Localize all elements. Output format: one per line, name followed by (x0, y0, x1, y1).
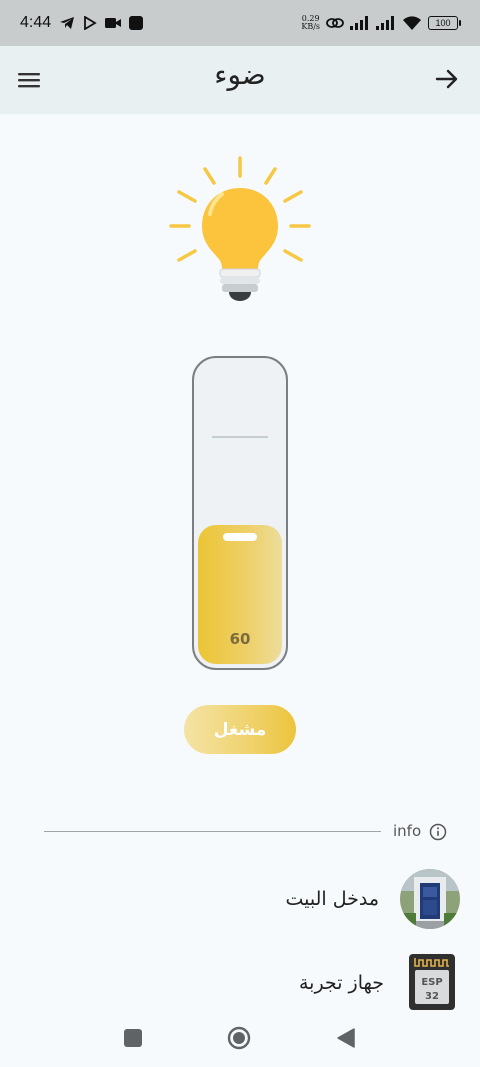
network-speed: 0.29 KB/s (301, 15, 320, 31)
info-label: info (393, 822, 422, 840)
light-bulb-icon (169, 156, 311, 301)
esp32-chip-icon: ESP 32 (409, 954, 455, 1010)
info-circle-icon[interactable] (429, 823, 447, 841)
network-speed-unit: KB/s (301, 22, 320, 31)
page-title: ضوء (214, 58, 266, 91)
chip-label-top: ESP (421, 977, 442, 988)
brightness-slider[interactable]: 60 (192, 356, 288, 670)
system-back-button[interactable] (336, 1027, 356, 1049)
device-item-test[interactable]: جهاز تجربة ESP 32 (0, 952, 480, 1012)
app-bar: ضوء (0, 46, 480, 114)
power-toggle-button[interactable]: مشغل (184, 705, 296, 754)
arrow-right-icon (435, 69, 458, 89)
back-button[interactable] (432, 64, 462, 94)
signal-icon-2 (376, 16, 394, 30)
wifi-icon (403, 16, 421, 30)
status-left: 4:44 (20, 0, 144, 46)
status-time: 4:44 (20, 14, 52, 31)
slider-track-line (212, 436, 268, 438)
telegram-icon (60, 17, 75, 29)
status-right: 0.29 KB/s 100 (301, 0, 461, 46)
app-square-icon (129, 16, 144, 30)
slider-handle[interactable] (223, 533, 257, 541)
home-button[interactable] (227, 1026, 251, 1050)
front-door-icon (400, 869, 460, 929)
device-name: مدخل البيت (285, 888, 379, 910)
video-camera-icon (105, 18, 122, 28)
recents-button[interactable] (124, 1029, 142, 1047)
front-door-photo (400, 869, 460, 929)
signal-icon (350, 16, 368, 30)
info-divider (44, 831, 381, 832)
device-item-entrance[interactable]: مدخل البيت (0, 868, 480, 932)
battery-indicator: 100 (428, 16, 461, 30)
link-icon (326, 18, 344, 28)
chip-label-bottom: 32 (425, 991, 439, 1002)
play-store-icon (84, 16, 97, 30)
slider-fill: 60 (198, 525, 282, 664)
system-nav-bar (0, 1010, 480, 1067)
status-bar: 4:44 0.29 KB/s 100 (0, 0, 480, 46)
brightness-value: 60 (229, 630, 251, 648)
device-name: جهاز تجربة (298, 972, 384, 994)
